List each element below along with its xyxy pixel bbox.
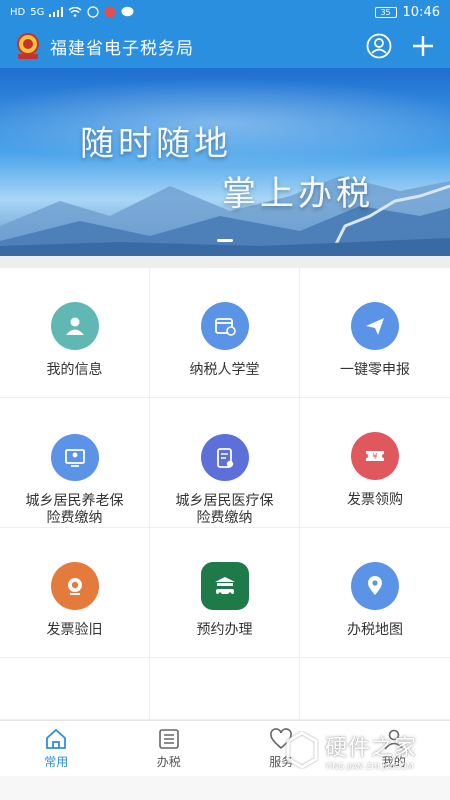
system-gesture-bar — [0, 776, 450, 800]
promo-banner[interactable]: 随时随地 掌上办税 — [0, 68, 450, 256]
nav-item-tax[interactable]: 办税 — [113, 721, 226, 776]
nav-item-common[interactable]: 常用 — [0, 721, 113, 776]
grid-item-invoice-verify[interactable]: 发票验旧 — [0, 528, 150, 658]
document-edit-icon — [200, 434, 249, 481]
app-badge-icon — [104, 6, 116, 18]
user-icon — [50, 302, 99, 350]
grid-item-taxpayer-school[interactable]: 纳税人学堂 — [150, 268, 300, 398]
network-indicator: 5G — [30, 6, 45, 18]
site-watermark: 硬件之家 YING JIAN ZHI JIA.COM — [285, 728, 445, 772]
grid-item-tax-map[interactable]: 办税地图 — [300, 528, 450, 658]
app-title: 福建省电子税务局 — [50, 38, 194, 59]
paper-plane-icon — [351, 302, 399, 350]
grid-item-invoice-purchase[interactable]: ¥ 发票领购 — [300, 398, 450, 528]
grid-item-zero-declaration[interactable]: 一键零申报 — [300, 268, 450, 398]
grid-item-label: 发票领购 — [347, 492, 403, 508]
battery-indicator: 35 — [374, 6, 397, 18]
plus-icon[interactable] — [408, 31, 438, 61]
section-divider — [0, 256, 450, 268]
monitor-user-icon — [50, 434, 99, 481]
grid-item-pension-insurance[interactable]: 城乡居民养老保 险费缴纳 — [0, 398, 150, 528]
grid-item-label: 城乡居民养老保 险费缴纳 — [25, 493, 124, 526]
map-pin-icon — [351, 562, 399, 610]
hd-indicator: HD — [10, 6, 26, 18]
app-header: 福建省电子税务局 — [0, 24, 450, 68]
nav-label: 办税 — [156, 754, 181, 769]
status-time: 10:46 — [402, 4, 440, 20]
hexagon-logo-icon — [286, 731, 318, 769]
grid-item-label: 发票验旧 — [46, 622, 103, 638]
grid-item-label: 办税地图 — [347, 622, 403, 638]
message-icon — [121, 6, 134, 17]
calendar-icon — [200, 302, 249, 350]
grid-item-label: 城乡居民医疗保 险费缴纳 — [175, 493, 274, 526]
list-icon — [158, 728, 179, 749]
grid-empty-cell — [300, 658, 450, 720]
grid-item-label: 我的信息 — [46, 362, 103, 378]
signal-icon — [49, 7, 64, 17]
grid-item-label: 一键零申报 — [340, 362, 410, 378]
yen-ticket-icon: ¥ — [351, 432, 399, 480]
nav-label: 常用 — [44, 754, 69, 769]
watermark-cn: 硬件之家 — [325, 735, 418, 761]
svg-text:¥: ¥ — [372, 452, 377, 461]
status-indicators: HD 5G — [10, 6, 134, 18]
wifi-icon — [68, 7, 82, 17]
banner-page-indicator — [217, 239, 233, 242]
grid-empty-cell — [0, 658, 150, 720]
grid-item-my-info[interactable]: 我的信息 — [0, 268, 150, 398]
grid-empty-cell — [150, 658, 300, 720]
status-bar: HD 5G 35 10:46 — [0, 0, 450, 24]
home-icon — [46, 728, 67, 749]
grid-item-appointment[interactable]: 预约办理 — [150, 528, 300, 658]
grid-item-label: 预约办理 — [196, 622, 253, 638]
tax-emblem-icon — [12, 30, 44, 62]
camera-icon — [50, 562, 99, 610]
service-grid: 我的信息 纳税人学堂 一键零申报 城乡居民养老保 险费缴纳 城乡居民医疗保 险费… — [0, 268, 450, 720]
grid-item-medical-insurance[interactable]: 城乡居民医疗保 险费缴纳 — [150, 398, 300, 528]
watermark-en: YING JIAN ZHI JIA.COM — [325, 761, 414, 771]
banner-slogan-line2: 掌上办税 — [222, 174, 374, 214]
tax-office-icon — [200, 562, 249, 610]
grid-item-label: 纳税人学堂 — [189, 362, 260, 378]
banner-slogan-line1: 随时随地 — [80, 124, 232, 164]
user-circle-icon[interactable] — [364, 31, 394, 61]
notification-icon — [87, 6, 99, 18]
